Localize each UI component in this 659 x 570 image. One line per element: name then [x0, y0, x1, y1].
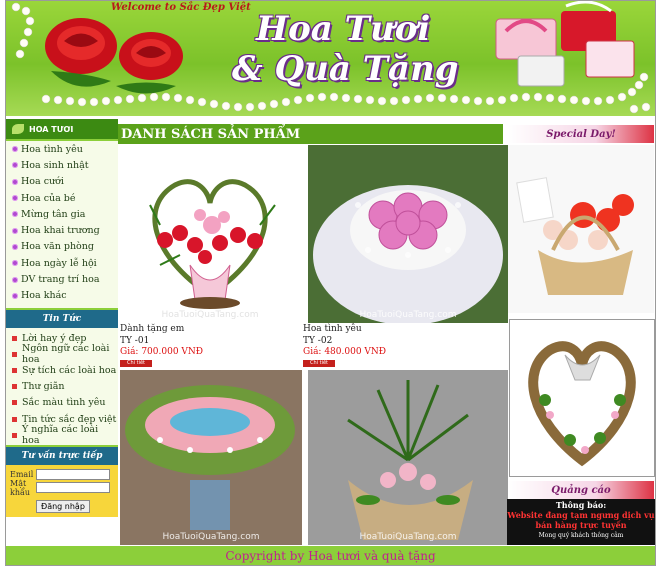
menu-item-hoa-van-phong[interactable]: Hoa văn phòng [6, 239, 118, 255]
product-image-3[interactable]: HoaTuoiQuaTang.com [120, 370, 302, 545]
menu-item-hoa-tinh-yeu[interactable]: Hoa tình yêu [6, 141, 118, 157]
product-price-1: Giá: 700.000 VNĐ [120, 347, 204, 357]
site-title-line1: Hoa Tươi [256, 9, 431, 49]
product-list-heading: DANH SÁCH SẢN PHẨM [118, 124, 503, 144]
watermark-text: HoaTuoiQuaTang.com [359, 310, 457, 320]
page-frame: Welcome to Sắc Đẹp Việt Hoa Tươi & Quà T… [5, 0, 656, 566]
news-heading: Tin Tức [6, 307, 118, 328]
login-button[interactable]: Đăng nhập [36, 500, 90, 514]
flower-bullet-icon [12, 146, 18, 153]
flower-bullet-icon [12, 276, 18, 283]
heart-flower-arrangement-image [149, 179, 276, 309]
bullet-icon [12, 351, 17, 357]
password-label: Mật khẩu [10, 478, 31, 497]
flower-bullet-icon [12, 195, 18, 202]
bullet-icon [12, 400, 17, 406]
news-link-su-tich-cac-loai-hoa[interactable]: Sự tích các loài hoa [6, 362, 118, 378]
footer: Copyright by Hoa tươi và quà tặng [6, 546, 655, 565]
product-image-4[interactable]: HoaTuoiQuaTang.com [308, 370, 508, 545]
heart-wreath-image[interactable] [509, 319, 655, 477]
bullet-icon [12, 432, 17, 438]
ad-title: Thông báo: [555, 500, 607, 510]
menu-item-hoa-sinh-nhat[interactable]: Hoa sinh nhật [6, 157, 118, 173]
leaf-icon [12, 124, 24, 134]
ad-small-text: Mong quý khách thông cảm [538, 532, 624, 539]
special-day-image[interactable] [508, 145, 654, 313]
email-field[interactable] [36, 469, 110, 481]
pink-rose-bouquet-image [308, 145, 508, 323]
flowers-heading-label: HOA TƯƠI [29, 124, 74, 134]
watermark-text: HoaTuoiQuaTang.com [162, 532, 260, 542]
flower-bullet-icon [12, 178, 18, 185]
menu-item-hoa-cuoi[interactable]: Hoa cưới [6, 174, 118, 190]
bullet-icon [12, 384, 17, 390]
password-row: Mật khẩu [10, 478, 114, 497]
bullet-icon [12, 416, 17, 422]
special-day-heading: Special Day! [508, 125, 654, 143]
flower-category-menu: Hoa tình yêu Hoa sinh nhật Hoa cưới Hoa … [6, 141, 118, 304]
flowers-menu-heading: HOA TƯƠI [6, 119, 118, 141]
detail-button-2[interactable]: Chi tiết [303, 360, 335, 367]
menu-item-hoa-cua-be[interactable]: Hoa của bé [6, 190, 118, 206]
password-field[interactable] [36, 482, 110, 494]
news-link-y-nghia-cac-loai-hoa[interactable]: Ý nghĩa các loài hoa [6, 424, 118, 446]
menu-item-hoa-khai-truong[interactable]: Hoa khai trương [6, 222, 118, 238]
watermark-text: HoaTuoiQuaTang.com [161, 310, 259, 320]
menu-item-mung-tan-gia[interactable]: Mừng tân gia [6, 206, 118, 222]
heart-wreath-graphic [528, 341, 636, 467]
product-code-1: TY -01 [120, 336, 150, 346]
bullet-icon [12, 335, 17, 341]
roses-image [45, 18, 183, 94]
menu-item-hoa-khac[interactable]: Hoa khác [6, 288, 118, 304]
news-link-sac-mau-tinh-yeu[interactable]: Sắc màu tình yêu [6, 395, 118, 411]
product-name-2[interactable]: Hoa tình yêu [303, 324, 362, 334]
welcome-text: Welcome to Sắc Đẹp Việt [111, 2, 251, 13]
flower-bullet-icon [12, 211, 18, 218]
consult-heading: Tư vấn trực tiếp [6, 445, 118, 466]
gift-boxes-image [495, 1, 635, 87]
product-image-1[interactable]: HoaTuoiQuaTang.com [120, 145, 300, 323]
news-link-ngon-ngu-cac-loai-hoa[interactable]: Ngôn ngữ các loài hoa [6, 343, 118, 365]
ad-text: Website đang tạm ngưng dịch vụ bán hàng … [507, 510, 655, 530]
flower-bullet-icon [12, 243, 18, 250]
bullet-icon [12, 367, 17, 373]
flower-bullet-icon [12, 162, 18, 169]
menu-item-dv-trang-tri-hoa[interactable]: DV trang trí hoa [6, 271, 118, 287]
left-sidebar: HOA TƯƠI Hoa tình yêu Hoa sinh nhật Hoa … [6, 119, 118, 518]
copyright-text: Copyright by Hoa tươi và quà tặng [225, 549, 436, 563]
product-price-2: Giá: 480.000 VNĐ [303, 347, 387, 357]
ad-banner[interactable]: Thông báo: Website đang tạm ngưng dịch v… [507, 499, 655, 545]
site-title-line2: & Quà Tặng [232, 49, 459, 89]
login-form: Email Mật khẩu Đăng nhập [6, 465, 118, 518]
flower-bullet-icon [12, 227, 18, 234]
detail-button-1[interactable]: Chi tiết [120, 360, 152, 367]
ads-heading: Quảng cáo [508, 481, 654, 499]
gerbera-basket-image [508, 145, 654, 313]
menu-item-hoa-ngay-le-hoi[interactable]: Hoa ngày lễ hội [6, 255, 118, 271]
product-image-2[interactable]: HoaTuoiQuaTang.com [308, 145, 508, 323]
flower-basket-image [308, 370, 508, 545]
round-flower-arrangement-image [120, 370, 302, 545]
product-code-2: TY -02 [303, 336, 333, 346]
watermark-text: HoaTuoiQuaTang.com [359, 532, 457, 542]
news-list: Lời hay ý đẹp Ngôn ngữ các loài hoa Sự t… [6, 328, 118, 446]
news-link-thu-gian[interactable]: Thư giãn [6, 379, 118, 395]
flower-bullet-icon [12, 292, 18, 299]
header-banner: Welcome to Sắc Đẹp Việt Hoa Tươi & Quà T… [6, 1, 655, 116]
flower-bullet-icon [12, 260, 18, 267]
product-name-1[interactable]: Dành tặng em [120, 324, 184, 334]
